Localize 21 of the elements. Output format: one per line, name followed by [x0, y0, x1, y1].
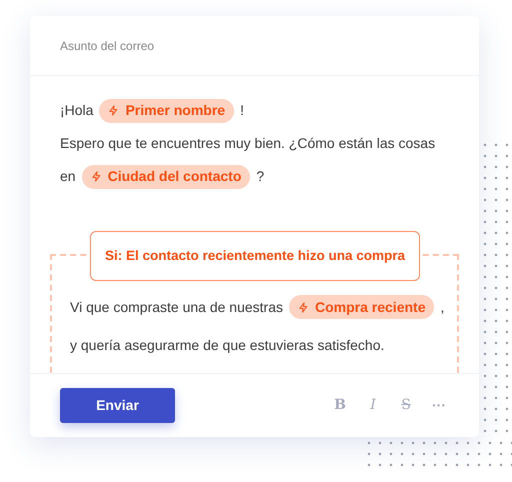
lightning-icon: [90, 171, 102, 182]
body-text: en: [60, 167, 76, 186]
format-bold-button[interactable]: B: [332, 395, 348, 416]
body-text: ¡Hola: [60, 101, 94, 120]
format-italic-button[interactable]: I: [365, 395, 381, 416]
variable-chip[interactable]: Compra reciente: [289, 295, 434, 319]
body-text: y quería asegurarme de que estuvieras satisfecho.: [70, 336, 384, 355]
subject-field[interactable]: Asunto del correo: [30, 16, 479, 76]
send-button[interactable]: Enviar: [60, 388, 175, 423]
condition-label[interactable]: Si: El contacto recientemente hizo una compra: [90, 231, 420, 281]
format-strike-button[interactable]: S: [398, 395, 414, 416]
lightning-icon: [108, 105, 120, 116]
body-text: ?: [256, 167, 264, 186]
body-text: Espero que te encuentres muy bien. ¿Cómo están las cosas: [60, 134, 436, 153]
body-text: Vi que compraste una de nuestras: [70, 298, 283, 317]
variable-chip[interactable]: Primer nombre: [99, 98, 234, 122]
format-more-button[interactable]: ···: [431, 395, 447, 416]
body-text: !: [240, 101, 244, 120]
body-text: ,: [440, 298, 444, 316]
lightning-icon: [298, 302, 309, 312]
variable-chip[interactable]: Ciudad del contacto: [82, 164, 250, 188]
